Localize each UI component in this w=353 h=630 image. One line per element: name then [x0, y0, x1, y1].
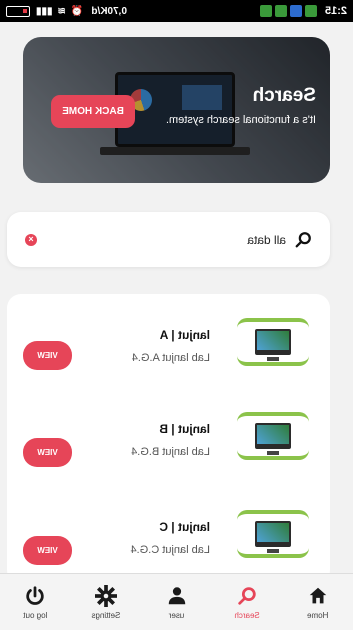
status-bar: 2:15 0,70K/d ⏰ ≋ ▮▮▮: [0, 0, 353, 22]
view-button[interactable]: VIEW: [23, 438, 72, 467]
notification-icon: [259, 5, 272, 17]
back-home-button[interactable]: BACK HOME: [51, 95, 135, 128]
nav-label: Settings: [91, 610, 121, 620]
page-subtitle: It's a functional search system.: [165, 114, 316, 126]
close-circle-icon[interactable]: ×: [25, 233, 37, 246]
network-speed: 0,70K/d: [91, 5, 127, 17]
search-icon: [238, 586, 256, 605]
status-time: 2:15: [324, 5, 347, 17]
nav-item-settings[interactable]: Settings: [76, 584, 136, 620]
item-title: lanjut | C: [159, 520, 210, 534]
list-item[interactable]: lanjut | C Lab lanjut C.G.4 VIEW: [7, 504, 330, 584]
wifi-icon: ≋: [57, 5, 66, 17]
alarm-icon: ⏰: [70, 5, 84, 17]
nav-label: Search: [234, 610, 260, 620]
item-subtitle: Lab lanjut B.G.4: [131, 446, 210, 458]
user-icon: [168, 586, 185, 604]
monitor-icon: [255, 329, 291, 355]
app-screen: 2:15 0,70K/d ⏰ ≋ ▮▮▮ Search It's a funct…: [0, 0, 353, 630]
computer-thumbnail: [237, 318, 309, 366]
monitor-icon: [255, 423, 291, 449]
battery-icon: [6, 5, 30, 17]
hero-banner: Search It's a functional search system. …: [23, 37, 330, 183]
nav-item-home[interactable]: Home: [288, 585, 348, 620]
notification-icons: [259, 5, 317, 17]
nav-item-user[interactable]: user: [147, 585, 207, 620]
search-icon: [295, 231, 311, 247]
notification-icon: [274, 5, 287, 17]
nav-label: log out: [23, 610, 48, 620]
list-item[interactable]: lanjut | B Lab lanjut B.G.4 VIEW: [7, 406, 330, 496]
power-icon: [26, 585, 45, 605]
item-subtitle: Lab lanjut C.G.4: [130, 544, 211, 556]
nav-label: Home: [307, 610, 329, 620]
home-icon: [309, 587, 326, 603]
bottom-navigation: Home Search user Settings log out: [0, 573, 353, 630]
item-title: lanjut | A: [159, 328, 210, 342]
item-title: lanjut | B: [159, 422, 210, 436]
computer-thumbnail: [237, 510, 309, 558]
nav-label: user: [168, 610, 185, 620]
gear-icon: [94, 584, 117, 607]
notification-icon: [289, 5, 302, 17]
signal-icon: ▮▮▮: [36, 5, 53, 17]
nav-item-search[interactable]: Search: [217, 585, 277, 620]
notification-icon: [304, 5, 317, 17]
view-button[interactable]: VIEW: [23, 536, 72, 565]
result-list: lanjut | A Lab lanjut A.G.4 VIEW lanjut …: [7, 294, 330, 584]
computer-thumbnail: [237, 412, 309, 460]
list-item[interactable]: lanjut | A Lab lanjut A.G.4 VIEW: [7, 312, 330, 402]
monitor-icon: [255, 521, 291, 547]
search-input[interactable]: all data: [37, 233, 286, 247]
search-bar[interactable]: all data ×: [7, 212, 330, 267]
page-title: Search: [252, 85, 316, 106]
nav-item-logout[interactable]: log out: [5, 585, 65, 620]
item-subtitle: Lab lanjut A.G.4: [131, 352, 210, 364]
view-button[interactable]: VIEW: [23, 341, 72, 370]
